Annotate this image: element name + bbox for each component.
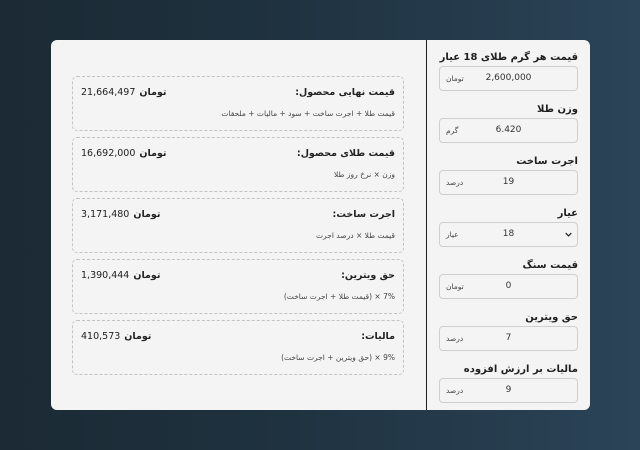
- input-unit: درصد: [446, 334, 464, 343]
- result-formula: وزن × نرخ روز طلا: [334, 170, 395, 179]
- field-stone-price: قیمت سنگ 0 تومان: [439, 257, 578, 309]
- result-amount: 410,573 تومان: [81, 331, 152, 342]
- input-form: قیمت هر گرم طلای 18 عیار 2,600,000 تومان…: [426, 40, 590, 410]
- result-gold-price: قیمت طلای محصول: 16,692,000 تومان وزن × ن…: [72, 137, 404, 192]
- field-label: وزن طلا: [536, 104, 578, 115]
- field-label: عیار: [557, 208, 578, 219]
- result-making-fee: اجرت ساخت: 3,171,480 تومان قیمت طلا × درص…: [72, 198, 404, 253]
- field-label: اجرت ساخت: [516, 156, 578, 167]
- result-formula: قیمت طلا × درصد اجرت: [316, 231, 395, 240]
- input-unit: تومان: [446, 74, 464, 83]
- result-formula: 7% × (قیمت طلا + اجرت ساخت): [283, 292, 395, 301]
- field-vat: مالیات بر ارزش افزوده 9 درصد: [439, 361, 578, 410]
- result-amount: 21,664,497 تومان: [81, 87, 167, 98]
- results-panel: قیمت نهایی محصول: 21,664,497 تومان قیمت ط…: [72, 76, 404, 381]
- field-karat: عیار 18 عیار: [439, 205, 578, 257]
- result-amount: 3,171,480 تومان: [81, 209, 161, 220]
- result-amount: 16,692,000 تومان: [81, 148, 167, 159]
- result-formula: قیمت طلا + اجرت ساخت + سود + مالیات + مل…: [221, 109, 395, 118]
- result-title: حق ویترین:: [341, 270, 395, 281]
- field-showcase-fee: حق ویترین 7 درصد: [439, 309, 578, 361]
- result-formula: 9% × (حق ویترین + اجرت ساخت): [281, 353, 395, 362]
- field-making-fee: اجرت ساخت 19 درصد: [439, 153, 578, 205]
- chevron-down-icon: [565, 232, 572, 237]
- showcase-fee-input[interactable]: 7 درصد: [439, 326, 578, 351]
- making-fee-input[interactable]: 19 درصد: [439, 170, 578, 195]
- vat-input[interactable]: 9 درصد: [439, 378, 578, 403]
- result-title: قیمت طلای محصول:: [296, 148, 395, 159]
- field-label: قیمت سنگ: [522, 260, 578, 271]
- result-title: اجرت ساخت:: [332, 209, 395, 220]
- field-label: مالیات بر ارزش افزوده: [463, 364, 578, 375]
- calculator-card: قیمت نهایی محصول: 21,664,497 تومان قیمت ط…: [51, 40, 590, 410]
- input-value: 6.420: [495, 125, 522, 135]
- result-tax: مالیات: 410,573 تومان 9% × (حق ویترین + ا…: [72, 320, 404, 375]
- result-showcase-fee: حق ویترین: 1,390,444 تومان 7% × (قیمت طلا…: [72, 259, 404, 314]
- select-value: 18: [502, 229, 515, 239]
- field-gold-weight: وزن طلا 6.420 گرم: [439, 101, 578, 153]
- field-label: قیمت هر گرم طلای 18 عیار: [439, 52, 578, 63]
- field-label: حق ویترین: [525, 312, 578, 323]
- result-title: قیمت نهایی محصول:: [295, 87, 395, 98]
- stone-price-input[interactable]: 0 تومان: [439, 274, 578, 299]
- input-unit: گرم: [446, 126, 459, 135]
- input-unit: تومان: [446, 282, 464, 291]
- karat-select[interactable]: 18 عیار: [439, 222, 578, 247]
- gold-weight-input[interactable]: 6.420 گرم: [439, 118, 578, 143]
- input-unit: درصد: [446, 178, 464, 187]
- input-unit: درصد: [446, 386, 464, 395]
- select-unit: عیار: [446, 230, 459, 239]
- result-final-price: قیمت نهایی محصول: 21,664,497 تومان قیمت ط…: [72, 76, 404, 131]
- result-title: مالیات:: [361, 331, 395, 342]
- field-gold-price: قیمت هر گرم طلای 18 عیار 2,600,000 تومان: [439, 49, 578, 101]
- gold-price-input[interactable]: 2,600,000 تومان: [439, 66, 578, 91]
- result-amount: 1,390,444 تومان: [81, 270, 161, 281]
